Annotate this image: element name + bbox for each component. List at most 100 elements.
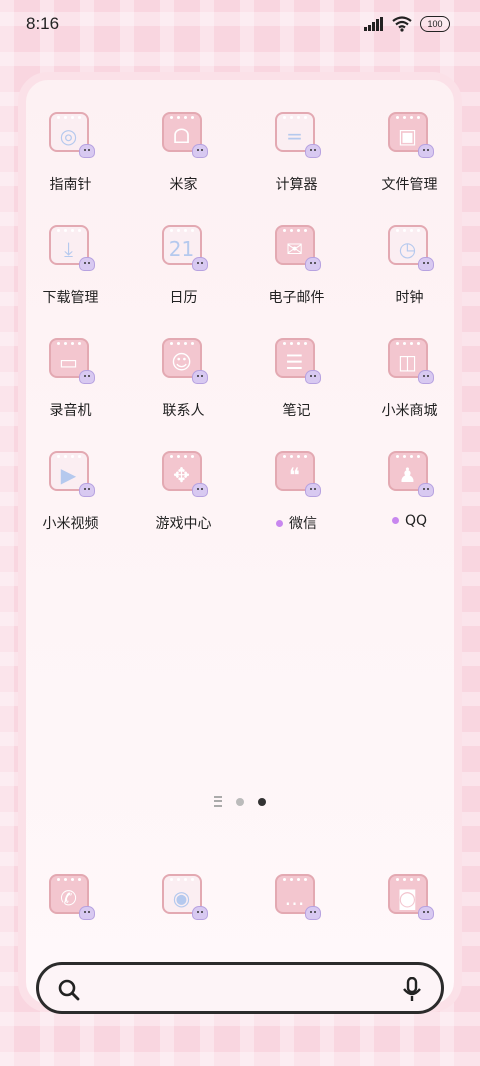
app-qq-penguin[interactable]: ♟ QQ [353, 451, 466, 529]
microphone-icon[interactable] [401, 977, 423, 1003]
app-label: 笔记 [240, 400, 353, 420]
shop-bag-icon[interactable]: ◫ [387, 338, 434, 384]
search-bar[interactable] [36, 962, 444, 1014]
tile-dots [282, 116, 307, 119]
calculator-icon[interactable]: = [274, 112, 321, 158]
app-label: 指南针 [14, 174, 127, 194]
app-label: 时钟 [353, 287, 466, 307]
bunny-sticker-icon [304, 257, 321, 271]
app-label: 计算器 [240, 174, 353, 194]
folder-icon[interactable]: ▣ [387, 112, 434, 158]
app-browser[interactable]: ◉ [127, 874, 240, 920]
bunny-sticker-icon [78, 906, 95, 920]
app-label-text: 时钟 [395, 290, 424, 306]
app-label-text: 日历 [169, 290, 198, 306]
tile-dots [169, 342, 194, 345]
app-calculator[interactable]: = 计算器 [240, 112, 353, 194]
tile-dots [56, 229, 81, 232]
app-label-text: 电子邮件 [268, 290, 325, 306]
video-play-icon[interactable]: ▶ [48, 451, 95, 497]
app-label-text: 文件管理 [381, 177, 438, 193]
app-label: 联系人 [127, 400, 240, 420]
page-dot-2[interactable] [258, 797, 266, 806]
bunny-sticker-icon [191, 483, 208, 497]
bunny-sticker-icon [78, 483, 95, 497]
app-drawer-lines-icon[interactable] [214, 796, 222, 807]
app-download[interactable]: ⤓ 下载管理 [14, 225, 127, 307]
tile-dots [56, 878, 81, 881]
app-label-text: 下载管理 [42, 290, 99, 306]
calendar-icon[interactable]: 21 [161, 225, 208, 271]
app-wechat[interactable]: ❝ 微信 [240, 451, 353, 533]
bunny-sticker-icon [191, 370, 208, 384]
page-indicator[interactable] [214, 796, 266, 807]
tile-dots [395, 455, 420, 458]
tile-dots [169, 116, 194, 119]
app-compass[interactable]: ◎ 指南针 [14, 112, 127, 194]
tile-dots [282, 342, 307, 345]
mijia-icon[interactable]: ᗝ [161, 112, 208, 158]
bunny-sticker-icon [78, 370, 95, 384]
app-shop-bag[interactable]: ◫ 小米商城 [353, 338, 466, 420]
contacts-icon[interactable]: ☺ [161, 338, 208, 384]
app-label: 录音机 [14, 400, 127, 420]
app-label: 小米商城 [353, 400, 466, 420]
bunny-sticker-icon [78, 257, 95, 271]
tile-dots [282, 878, 307, 881]
app-contacts[interactable]: ☺ 联系人 [127, 338, 240, 420]
wechat-icon[interactable]: ❝ [274, 451, 321, 497]
app-messages[interactable]: … [240, 874, 353, 920]
recorder-icon[interactable]: ▭ [48, 338, 95, 384]
app-game-center[interactable]: ✥ 游戏中心 [127, 451, 240, 533]
app-notes[interactable]: ☰ 笔记 [240, 338, 353, 420]
bunny-sticker-icon [417, 906, 434, 920]
page-dot-1[interactable] [236, 797, 244, 806]
app-label: QQ [353, 513, 466, 529]
tile-dots [169, 455, 194, 458]
battery-indicator: 100 [420, 16, 450, 32]
tile-dots [169, 878, 194, 881]
app-label: 电子邮件 [240, 287, 353, 307]
clock-icon[interactable]: ◷ [387, 225, 434, 271]
tile-dots [395, 342, 420, 345]
app-mail[interactable]: ✉ 电子邮件 [240, 225, 353, 307]
mail-icon[interactable]: ✉ [274, 225, 321, 271]
app-calendar[interactable]: 21 日历 [127, 225, 240, 307]
app-label-text: 联系人 [162, 403, 205, 419]
app-label-text: 游戏中心 [155, 516, 212, 532]
new-install-dot [391, 516, 399, 524]
messages-icon[interactable]: … [274, 874, 321, 920]
app-label: 下载管理 [14, 287, 127, 307]
app-video-play[interactable]: ▶ 小米视频 [14, 451, 127, 533]
wifi-icon [392, 16, 412, 32]
browser-icon[interactable]: ◉ [161, 874, 208, 920]
qq-penguin-icon[interactable]: ♟ [387, 451, 434, 497]
camera-icon[interactable]: ◙ [387, 874, 434, 920]
tile-dots [395, 229, 420, 232]
signal-icon [364, 17, 383, 31]
app-recorder[interactable]: ▭ 录音机 [14, 338, 127, 420]
phone-icon[interactable]: ✆ [48, 874, 95, 920]
bunny-sticker-icon [304, 483, 321, 497]
compass-icon[interactable]: ◎ [48, 112, 95, 158]
tile-dots [169, 229, 194, 232]
app-clock[interactable]: ◷ 时钟 [353, 225, 466, 307]
status-icons: 100 [364, 16, 450, 32]
app-label-text: 小米视频 [42, 516, 99, 532]
app-camera[interactable]: ◙ [353, 874, 466, 920]
tile-dots [395, 116, 420, 119]
tile-dots [56, 342, 81, 345]
notes-icon[interactable]: ☰ [274, 338, 321, 384]
app-folder[interactable]: ▣ 文件管理 [353, 112, 466, 194]
new-install-dot [276, 519, 283, 527]
app-mijia[interactable]: ᗝ 米家 [127, 112, 240, 194]
bunny-sticker-icon [304, 370, 321, 384]
search-icon[interactable] [57, 978, 81, 1002]
download-icon[interactable]: ⤓ [48, 225, 95, 271]
app-label: 日历 [127, 287, 240, 307]
app-label: 文件管理 [353, 174, 466, 194]
bunny-sticker-icon [191, 257, 208, 271]
game-center-icon[interactable]: ✥ [161, 451, 208, 497]
app-phone[interactable]: ✆ [14, 874, 127, 920]
bunny-sticker-icon [417, 144, 434, 158]
